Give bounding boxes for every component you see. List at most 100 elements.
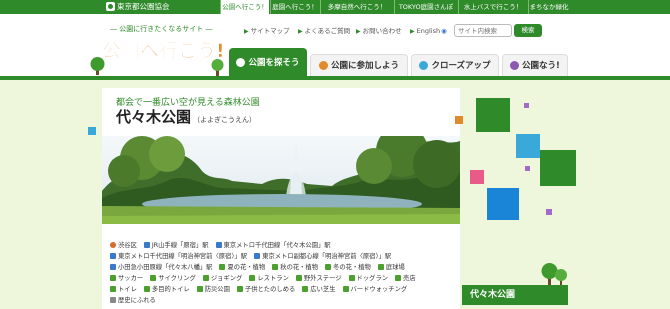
- cycling-icon: [150, 274, 157, 281]
- train-icon: [110, 252, 116, 259]
- site-header: ― 公園に行きたくなるサイト ― 公園へ行こう! ▶ サイトマップ ▶ よくあるご質…: [0, 14, 670, 80]
- org-name: 東京都公園協会: [117, 2, 170, 11]
- activity-cell[interactable]: ジョギング: [202, 274, 242, 282]
- activity-cell[interactable]: サイクリング: [150, 274, 196, 282]
- disaster-park-icon: [196, 285, 203, 292]
- facility-cell[interactable]: 多目的トイレ: [143, 285, 190, 293]
- facility-cell[interactable]: ドッグラン: [348, 274, 388, 282]
- top-bar: 東京都公園協会 公園へ行こう！ 庭園へ行こう！ 多摩自然へ行こう！ TOKYO庭…: [0, 0, 670, 14]
- feature-cell[interactable]: 子供とたのしめる: [236, 285, 295, 293]
- search-icon: [236, 58, 246, 67]
- tab-closeup[interactable]: クローズアップ: [411, 54, 499, 76]
- facility-cell[interactable]: レストラン: [249, 274, 289, 282]
- info-row-amenities: トイレ 多目的トイレ 防災公園 子供とたのしめる 広い芝生 バードウォッチング: [110, 284, 458, 295]
- feature-cell[interactable]: 広い芝生: [302, 285, 335, 293]
- toplink-tokyo-garden-walk[interactable]: TOKYO庭園さんぽ: [394, 0, 457, 14]
- toplink-tama[interactable]: 多摩自然へ行こう！: [320, 0, 393, 14]
- facility-cell[interactable]: 防災公園: [196, 285, 230, 293]
- chevron-right-icon: ▶: [298, 28, 303, 35]
- train-icon: [143, 241, 150, 248]
- search-input[interactable]: [454, 24, 512, 37]
- decorative-square: [476, 98, 510, 132]
- globe-icon: ◉: [441, 27, 447, 35]
- decorative-square: [455, 116, 463, 124]
- info-row-flowers: 小田急小田原線「代々木八幡」駅 夏の花・植物 秋の花・植物 冬の花・植物 庭球場: [110, 262, 458, 273]
- station-cell[interactable]: JR山手線「原宿」駅: [143, 241, 209, 249]
- decorative-square: [88, 127, 96, 135]
- tree-icon: [555, 269, 567, 285]
- decorative-square: [525, 166, 530, 171]
- english-link[interactable]: ▶ English◉: [410, 26, 447, 36]
- station-cell[interactable]: 東京メトロ千代田線「明治神宮前〈原宿〉」駅: [110, 252, 247, 260]
- toplink-gardens[interactable]: 庭園へ行こう！: [270, 0, 319, 14]
- faq-link[interactable]: ▶ よくあるご質問: [298, 26, 350, 36]
- facility-cell[interactable]: 庭球場: [377, 263, 405, 271]
- facility-cell[interactable]: トイレ: [110, 285, 137, 293]
- decorative-square: [524, 103, 529, 108]
- contact-link[interactable]: ▶ お問い合わせ: [356, 26, 402, 36]
- park-info-list: 渋谷区 JR山手線「原宿」駅 東京メトロ千代田線「代々木公園」駅 東京メトロ千代…: [110, 240, 458, 306]
- jogging-icon: [202, 274, 209, 281]
- people-icon: [318, 61, 328, 70]
- search-button[interactable]: 検索: [514, 24, 542, 37]
- park-name: 代々木公園: [116, 108, 192, 126]
- decorative-square: [516, 134, 540, 158]
- sitemap-link[interactable]: ▶ サイトマップ: [244, 26, 290, 36]
- location-cell[interactable]: 渋谷区: [110, 241, 137, 249]
- toplink-water-bus[interactable]: 水上バスで行こう！: [458, 0, 527, 14]
- tab-participate[interactable]: 公園に参加しよう: [310, 54, 408, 76]
- tab-find-parks[interactable]: 公園を探そう: [229, 48, 307, 76]
- facility-cell[interactable]: 売店: [395, 274, 416, 282]
- bird-icon: [342, 285, 349, 292]
- exclamation-icon: [510, 61, 520, 70]
- chevron-right-icon: ▶: [410, 28, 415, 35]
- toplink-urban-greening[interactable]: まちなか緑化: [528, 0, 569, 14]
- toilet-icon: [110, 285, 116, 292]
- decorative-square: [470, 170, 484, 184]
- chevron-right-icon: ▶: [356, 28, 361, 35]
- history-icon: [110, 296, 116, 303]
- station-cell[interactable]: 東京メトロ副都心線「明治神宮前〈原宿〉」駅: [254, 252, 391, 260]
- soccer-icon: [110, 274, 116, 281]
- decorative-square: [540, 150, 576, 186]
- toplink-parks[interactable]: 公園へ行こう！: [220, 0, 269, 14]
- flower-icon: [272, 263, 279, 270]
- lightbulb-icon: [419, 61, 429, 70]
- park-reading: （よよぎこうえん）: [193, 116, 257, 124]
- lawn-icon: [302, 285, 309, 292]
- info-row-stations: 東京メトロ千代田線「明治神宮前〈原宿〉」駅 東京メトロ副都心線「明治神宮前〈原宿…: [110, 251, 458, 262]
- park-photo: [102, 136, 460, 224]
- dog-icon: [348, 274, 355, 281]
- info-row-activities: サッカー サイクリング ジョギング レストラン 野外ステージ ドッグラン 売店: [110, 273, 458, 284]
- info-row-history: 歴史にふれる: [110, 295, 458, 306]
- flower-cell[interactable]: 冬の花・植物: [325, 263, 371, 271]
- tab-park-now[interactable]: 公園なう!: [502, 54, 568, 76]
- park-detail-panel: 都会で一番広い空が見える森林公園 代々木公園 （よよぎこうえん） 渋谷区 JR山手…: [102, 88, 460, 309]
- train-icon: [254, 252, 261, 259]
- feature-cell[interactable]: バードウォッチング: [342, 285, 407, 293]
- court-icon: [377, 263, 384, 270]
- org-logo[interactable]: 東京都公園協会: [106, 2, 170, 12]
- decorative-square: [487, 188, 519, 220]
- stage-icon: [295, 274, 302, 281]
- accessible-toilet-icon: [143, 285, 150, 292]
- pin-icon: [110, 241, 116, 248]
- tree-icon: [90, 57, 105, 75]
- flower-icon: [325, 263, 332, 270]
- station-cell[interactable]: 小田急小田原線「代々木八幡」駅: [110, 263, 212, 271]
- info-row-location: 渋谷区 JR山手線「原宿」駅 東京メトロ千代田線「代々木公園」駅: [110, 240, 458, 251]
- feature-cell[interactable]: 歴史にふれる: [110, 296, 156, 304]
- chevron-right-icon: ▶: [244, 28, 249, 35]
- facility-cell[interactable]: 野外ステージ: [295, 274, 342, 282]
- flower-cell[interactable]: 秋の花・植物: [272, 263, 318, 271]
- station-cell[interactable]: 東京メトロ千代田線「代々木公園」駅: [215, 241, 331, 249]
- org-emblem-icon: [106, 2, 115, 11]
- restaurant-icon: [249, 274, 256, 281]
- shop-icon: [395, 274, 402, 281]
- kids-icon: [236, 285, 243, 292]
- flower-cell[interactable]: 夏の花・植物: [219, 263, 265, 271]
- flower-icon: [219, 263, 226, 270]
- page-title: 代々木公園 （よよぎこうえん）: [116, 106, 256, 127]
- activity-cell[interactable]: サッカー: [110, 274, 143, 282]
- side-caption[interactable]: 代々木公園: [462, 285, 568, 305]
